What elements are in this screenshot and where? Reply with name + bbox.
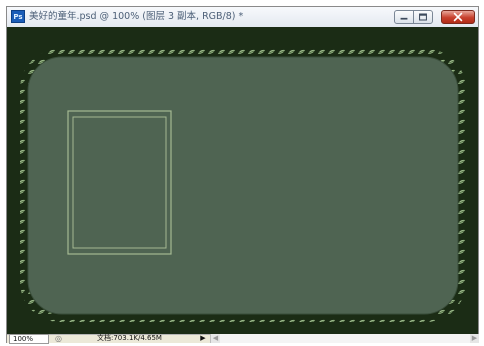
status-menu-arrow-icon[interactable]: ▶ [199, 334, 207, 343]
maximize-button[interactable] [413, 10, 433, 24]
close-icon [453, 12, 463, 22]
status-bar: 100% ◎ 文档:703.1K/4.65M ▶ ◀ ▶ [7, 334, 479, 344]
rounded-panel [27, 56, 459, 315]
scroll-right-icon[interactable]: ▶ [470, 334, 479, 343]
document-title: 美好的童年.psd @ 100% (图层 3 副本, RGB/8) * [29, 11, 244, 22]
maximize-icon [419, 13, 427, 21]
document-window: Ps 美好的童年.psd @ 100% (图层 3 副本, RGB/8) * 1… [6, 6, 479, 344]
document-size-info: 文档:703.1K/4.65M [97, 334, 162, 342]
canvas-area[interactable] [7, 27, 478, 334]
close-button[interactable] [441, 10, 475, 24]
canvas-artwork [20, 49, 466, 322]
status-info-icon[interactable]: ◎ [53, 334, 64, 343]
title-bar[interactable]: Ps 美好的童年.psd @ 100% (图层 3 副本, RGB/8) * [7, 7, 478, 28]
minimize-icon [400, 17, 408, 20]
horizontal-scrollbar[interactable]: ◀ ▶ [210, 334, 479, 343]
zoom-level-field[interactable]: 100% [9, 334, 49, 344]
minimize-button[interactable] [394, 10, 414, 24]
scroll-left-icon[interactable]: ◀ [211, 334, 220, 343]
photoshop-app-icon: Ps [11, 10, 25, 23]
